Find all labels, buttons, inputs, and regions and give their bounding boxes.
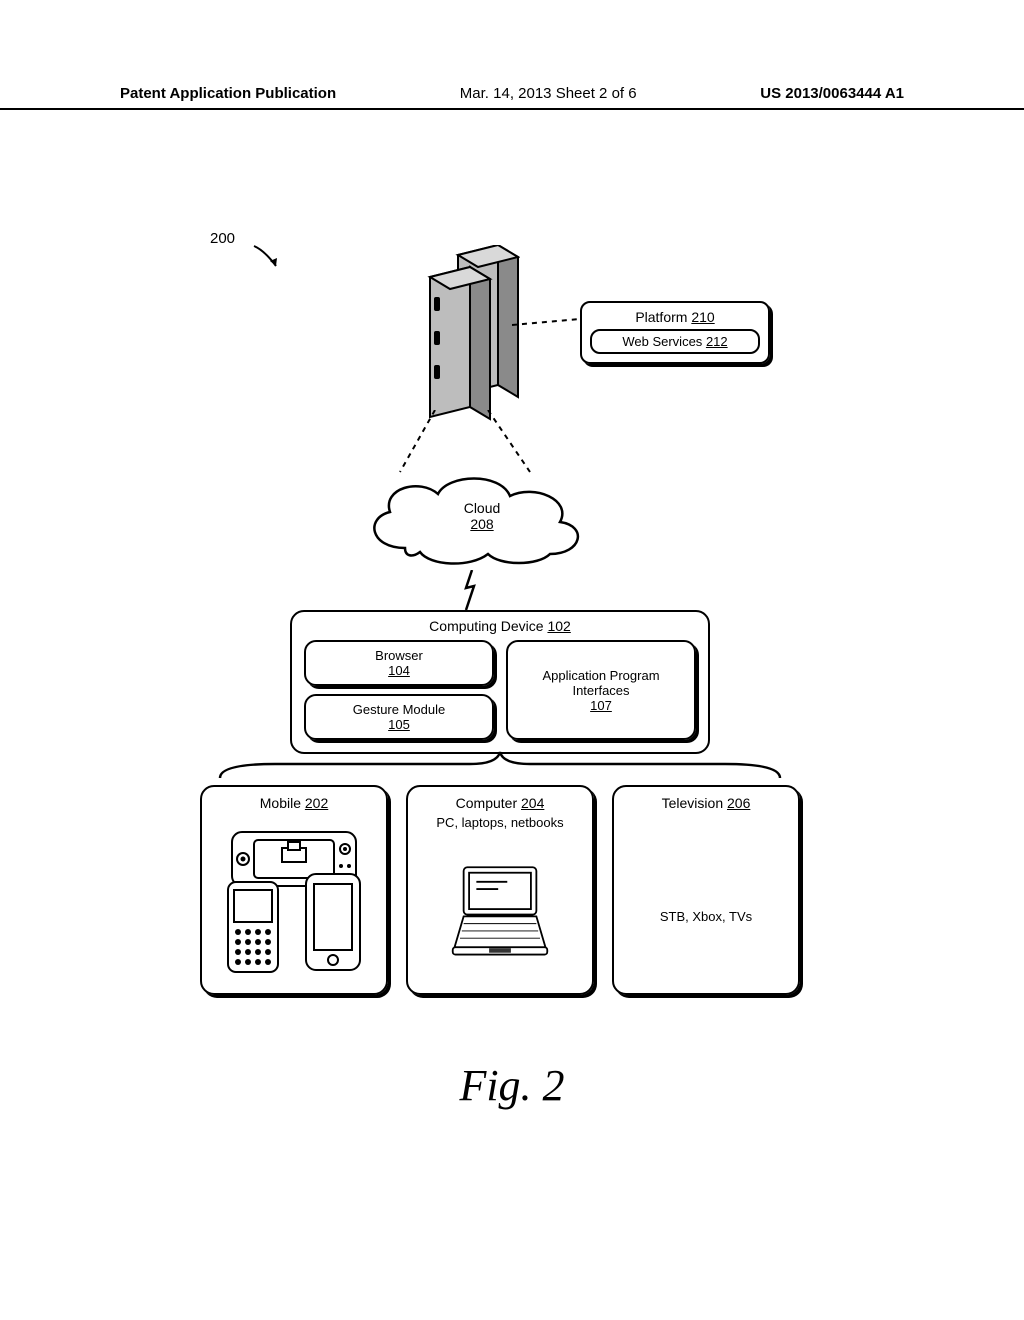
- api-box: Application Program Interfaces 107: [506, 640, 696, 740]
- television-title: Television 206: [622, 795, 790, 811]
- gesture-ref: 105: [312, 717, 486, 732]
- web-services-box: Web Services 212: [590, 329, 760, 354]
- laptop-icon: [435, 860, 565, 960]
- device-row: Mobile 202: [200, 785, 800, 995]
- mobile-devices-icon: [214, 824, 374, 974]
- television-card: Television 206 STB, Xbox, TVs: [612, 785, 800, 995]
- leader-arrow-icon: [252, 240, 292, 280]
- computing-device-title: Computing Device 102: [304, 618, 696, 634]
- brace-icon: [215, 750, 785, 780]
- header-left: Patent Application Publication: [120, 85, 336, 102]
- page-header: Patent Application Publication Mar. 14, …: [0, 85, 1024, 110]
- figure-caption: Fig. 2: [0, 1060, 1024, 1111]
- header-right: US 2013/0063444 A1: [760, 85, 904, 102]
- browser-ref: 104: [312, 663, 486, 678]
- television-subtitle: STB, Xbox, TVs: [660, 909, 752, 924]
- web-services-ref: 212: [706, 334, 728, 349]
- computer-card: Computer 204 PC, laptops, netbooks: [406, 785, 594, 995]
- computing-device-ref: 102: [547, 618, 570, 634]
- computer-ref: 204: [521, 795, 544, 811]
- computing-device-box: Computing Device 102 Browser 104 Gesture…: [290, 610, 710, 754]
- mobile-card: Mobile 202: [200, 785, 388, 995]
- header-center: Mar. 14, 2013 Sheet 2 of 6: [460, 85, 637, 102]
- platform-box: Platform 210 Web Services 212: [580, 301, 770, 364]
- api-ref: 107: [514, 698, 688, 713]
- mobile-ref: 202: [305, 795, 328, 811]
- computer-subtitle: PC, laptops, netbooks: [416, 815, 584, 830]
- platform-ref: 210: [691, 309, 714, 325]
- cloud-ref: 208: [442, 516, 522, 532]
- gesture-module-box: Gesture Module 105: [304, 694, 494, 740]
- cloud-label: Cloud 208: [442, 500, 522, 532]
- lightning-icon: [460, 570, 480, 610]
- ref-200: 200: [210, 230, 235, 247]
- browser-box: Browser 104: [304, 640, 494, 686]
- figure-2-diagram: 200 Platform 210: [180, 210, 830, 1060]
- computer-title: Computer 204: [416, 795, 584, 811]
- server-stack-icon: [410, 245, 520, 425]
- platform-label: Platform 210: [590, 309, 760, 325]
- mobile-title: Mobile 202: [210, 795, 378, 811]
- television-ref: 206: [727, 795, 750, 811]
